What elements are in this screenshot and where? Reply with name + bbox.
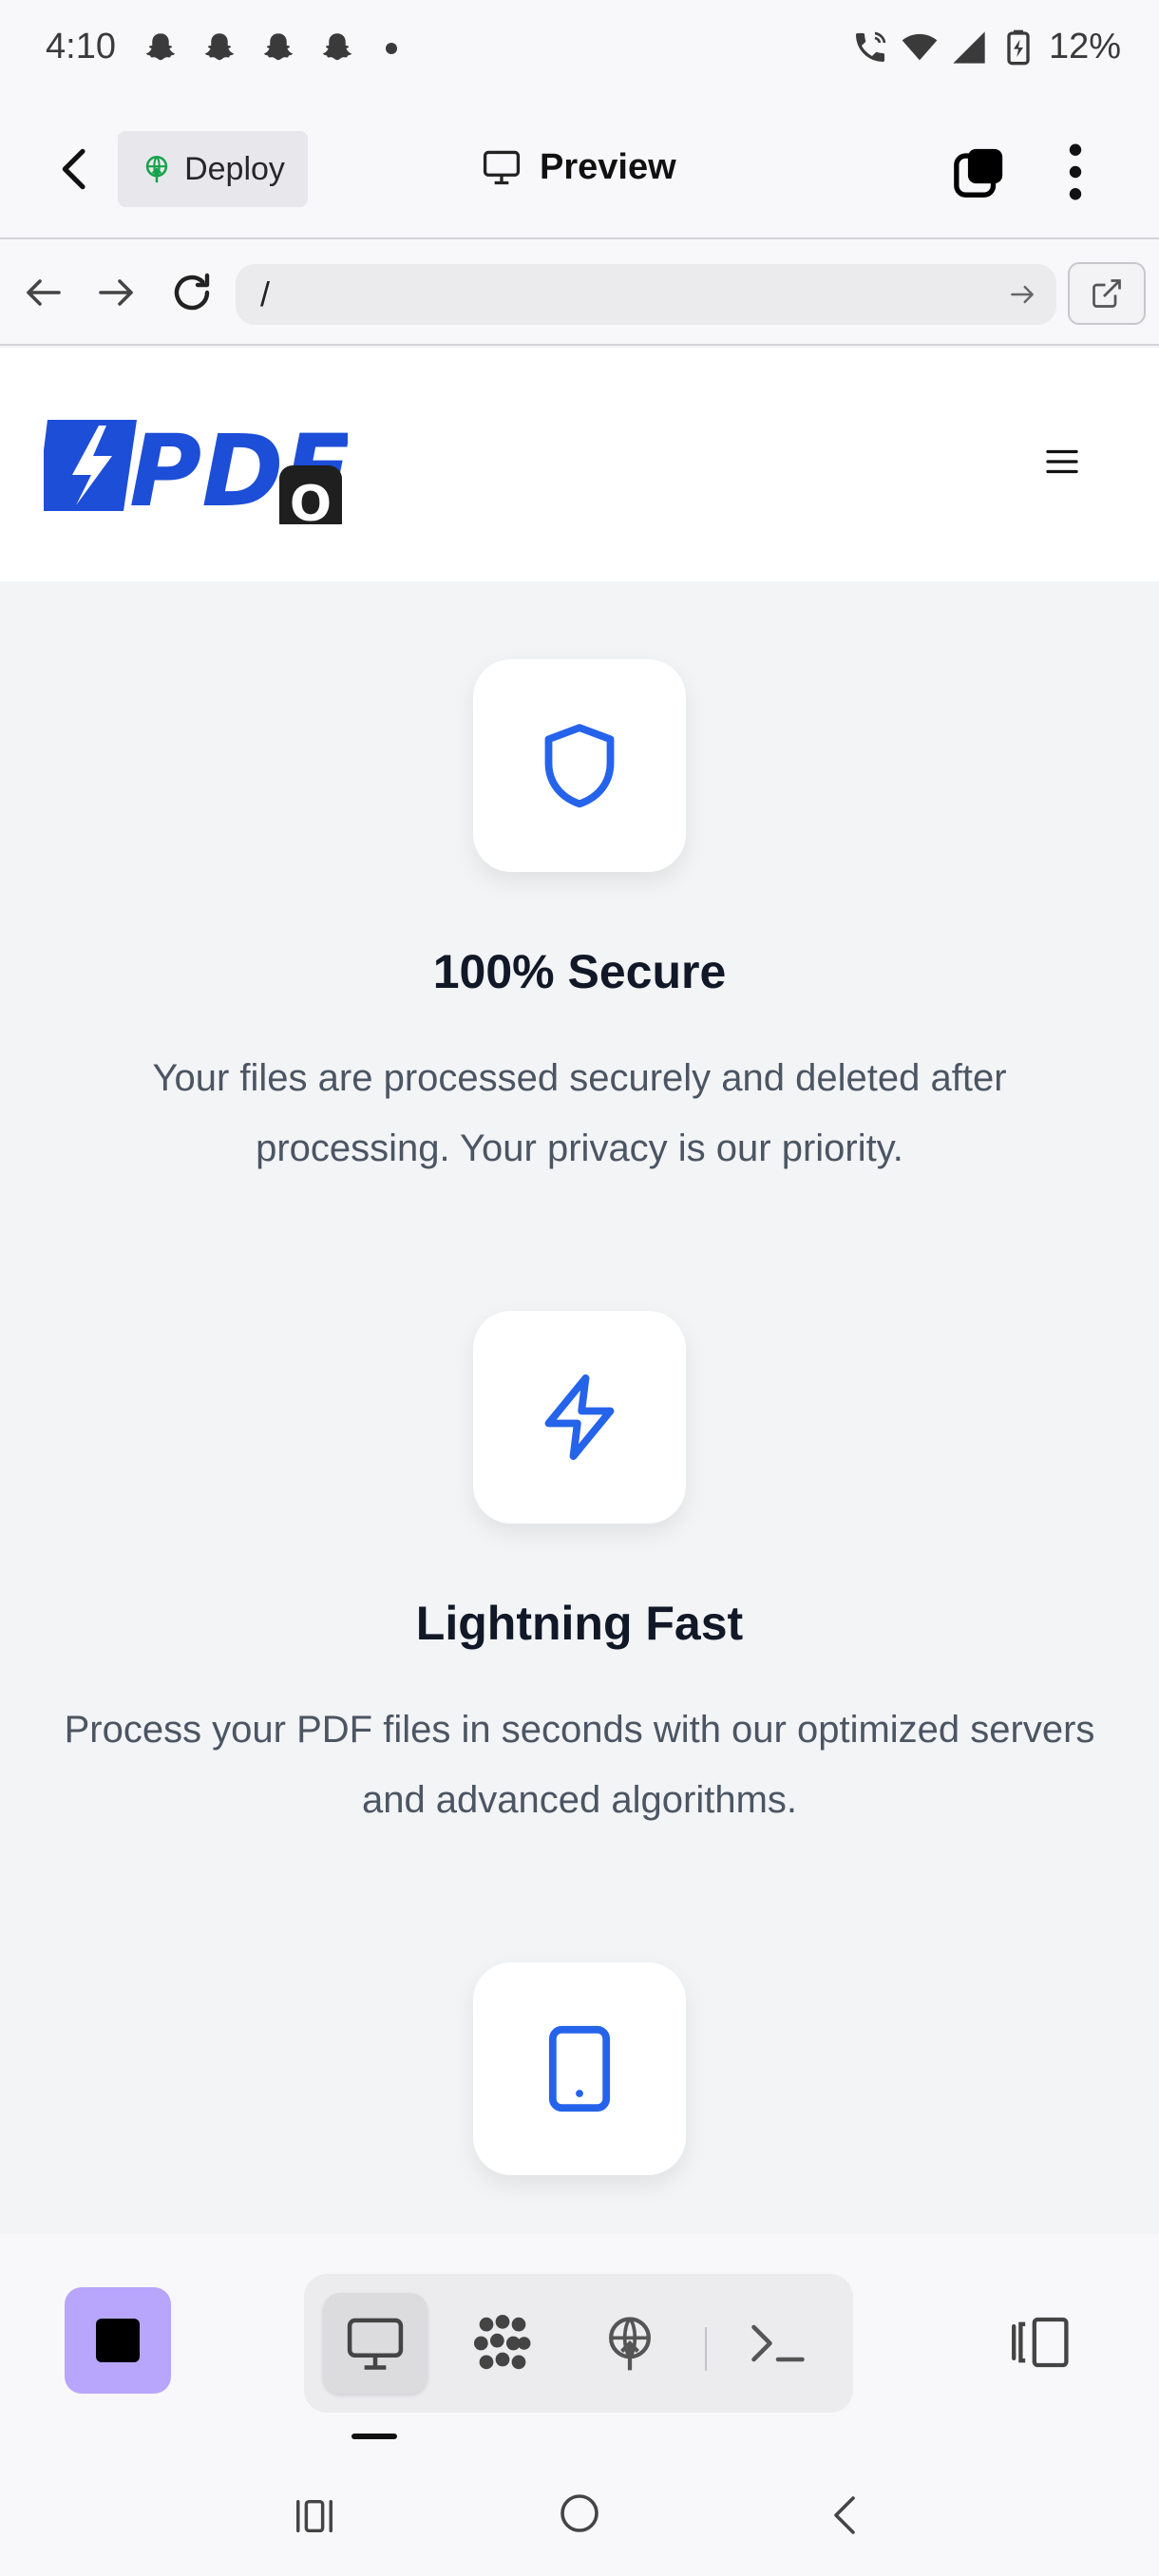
- more-menu-icon[interactable]: [1064, 142, 1087, 201]
- system-back-icon[interactable]: [823, 2491, 868, 2540]
- browser-back-icon[interactable]: [21, 270, 66, 315]
- monitor-icon: [483, 150, 521, 185]
- url-input[interactable]: /: [236, 264, 1056, 325]
- snapchat-icon: [263, 33, 294, 61]
- external-link-icon: [1092, 279, 1121, 308]
- ide-toolbar: [0, 2234, 1159, 2458]
- reload-icon[interactable]: [169, 270, 215, 315]
- status-right: 12%: [851, 27, 1121, 67]
- pdf-logo[interactable]: PDF O: [44, 412, 348, 524]
- deploy-label: Deploy: [184, 150, 285, 187]
- shield-icon: [544, 724, 615, 808]
- snapchat-icon: [145, 33, 176, 61]
- feature-icon-box: [473, 1962, 686, 2175]
- more-notifications-dot: [386, 43, 397, 54]
- app-bar: Deploy Preview: [0, 101, 1159, 239]
- system-nav-bar: [0, 2458, 1159, 2576]
- recent-apps-icon[interactable]: [291, 2494, 338, 2538]
- browser-bar: /: [0, 239, 1159, 346]
- snapchat-icon: [322, 33, 352, 61]
- feature-icon-box: [473, 1311, 686, 1524]
- url-text: /: [260, 275, 271, 313]
- feature-icon-box: [473, 659, 686, 872]
- back-arrow-icon[interactable]: [49, 142, 103, 196]
- tool-group: [304, 2274, 853, 2413]
- notification-icons: [141, 28, 397, 68]
- hamburger-menu-icon[interactable]: [1045, 446, 1079, 477]
- browser-forward-icon[interactable]: [93, 270, 139, 315]
- lightning-icon: [544, 1373, 615, 1461]
- split-view-icon[interactable]: [1007, 2314, 1075, 2371]
- tablet-icon: [548, 2025, 611, 2112]
- preview-label: Preview: [540, 146, 676, 187]
- battery-percent: 12%: [1048, 27, 1121, 66]
- status-bar: 4:10 12%: [0, 0, 1159, 101]
- preview-title: Preview: [481, 146, 676, 188]
- battery-charging-icon: [1007, 29, 1030, 65]
- deploy-globe-icon: [609, 2317, 651, 2371]
- tool-preview[interactable]: [323, 2293, 428, 2394]
- signal-icon: [953, 30, 985, 64]
- feature-description: Process your PDF files in seconds with o…: [64, 1709, 1095, 1821]
- deploy-globe-icon: [145, 155, 168, 183]
- extensions-icon: [473, 2314, 531, 2370]
- active-tool-indicator: [352, 2434, 397, 2439]
- feature-title: Lightning Fast: [415, 1597, 744, 1650]
- stop-button[interactable]: [65, 2287, 171, 2394]
- open-external-button[interactable]: [1068, 262, 1146, 325]
- tabs-icon[interactable]: [952, 144, 1007, 199]
- snapchat-icon: [204, 33, 235, 61]
- site-header: PDF O: [0, 348, 1159, 581]
- terminal-icon: [751, 2324, 805, 2362]
- status-time: 4:10: [46, 27, 116, 66]
- tool-extensions[interactable]: [450, 2293, 555, 2394]
- feature-description: Your files are processed securely and de…: [152, 1057, 1007, 1169]
- feature-title: 100% Secure: [432, 945, 727, 998]
- wifi-icon: [902, 33, 938, 60]
- desktop-icon: [347, 2318, 404, 2370]
- features-section: 100% Secure Your files are processed sec…: [0, 581, 1159, 2234]
- tool-shell[interactable]: [726, 2293, 830, 2394]
- go-arrow-icon[interactable]: [1007, 279, 1037, 310]
- tool-deploy[interactable]: [578, 2293, 682, 2394]
- wifi-call-icon: [855, 31, 886, 62]
- home-icon[interactable]: [557, 2491, 602, 2536]
- tool-separator: [705, 2327, 707, 2371]
- stop-icon: [96, 2319, 140, 2362]
- deploy-button[interactable]: Deploy: [118, 131, 308, 207]
- logo-badge: O: [290, 476, 332, 524]
